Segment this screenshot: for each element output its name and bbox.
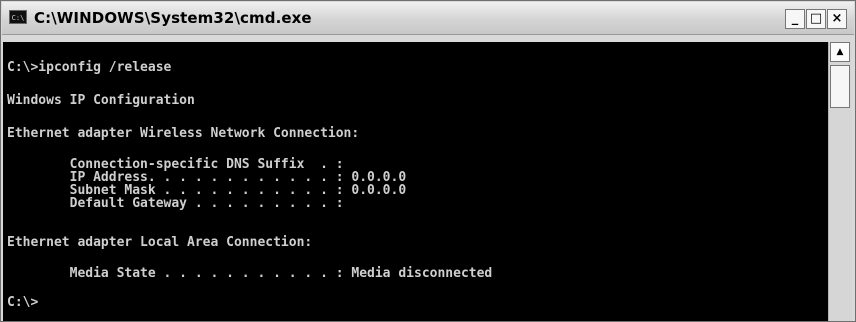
console-output[interactable]: C:\>ipconfig /release Windows IP Configu… (3, 42, 828, 321)
vertical-scrollbar[interactable]: ▲ (828, 42, 852, 321)
window-title: C:\WINDOWS\System32\cmd.exe (34, 9, 312, 27)
cmd-window: C:\ C:\WINDOWS\System32\cmd.exe _ □ × C:… (0, 0, 856, 322)
maximize-button[interactable]: □ (806, 9, 826, 29)
console-prompt: C:\> (7, 295, 39, 310)
console-line: Windows IP Configuration (7, 93, 195, 108)
console-line: Ethernet adapter Wireless Network Connec… (7, 126, 360, 141)
title-bar[interactable]: C:\ C:\WINDOWS\System32\cmd.exe _ □ × (2, 2, 854, 35)
scroll-thumb[interactable] (830, 65, 850, 108)
console-line: Default Gateway . . . . . . . . . : (7, 196, 344, 211)
scroll-up-arrow-icon[interactable]: ▲ (830, 42, 850, 62)
close-button[interactable]: × (827, 9, 847, 29)
command-prompt-icon[interactable]: C:\ (9, 10, 27, 24)
window-controls: _ □ × (785, 9, 847, 29)
console-line: C:\>ipconfig /release (7, 60, 172, 75)
console-line: Media State . . . . . . . . . . . : Medi… (7, 266, 493, 281)
minimize-button[interactable]: _ (785, 9, 805, 29)
console-line: Ethernet adapter Local Area Connection: (7, 235, 313, 250)
